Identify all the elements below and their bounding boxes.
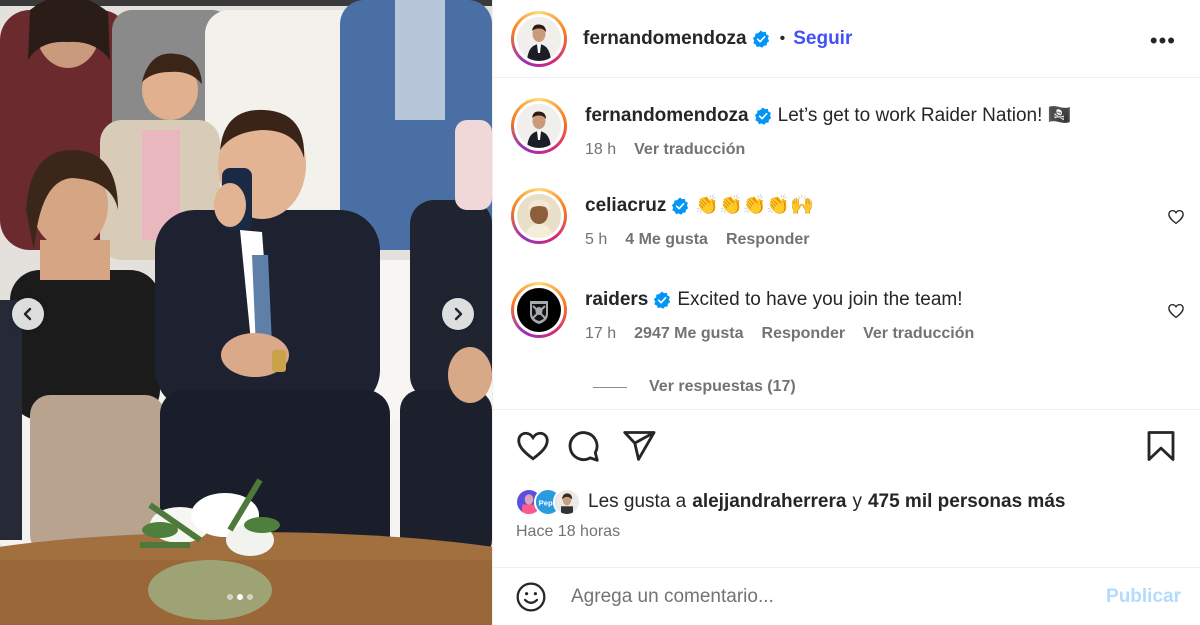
header-separator: • [779,29,786,47]
carousel-dot-active [237,594,243,600]
post-side-panel: fernandomendoza • Seguir ••• fernandomen… [492,0,1200,625]
avatar-image [517,104,561,148]
paper-plane-icon[interactable] [621,428,657,464]
action-bar [515,428,1181,466]
avatar-image [517,194,561,238]
chevron-right-icon [454,307,463,321]
reply-button[interactable]: Responder [762,325,846,343]
comment-username[interactable]: raiders [585,289,648,311]
author-username[interactable]: fernandomendoza [583,28,747,50]
more-options-icon[interactable]: ••• [1150,28,1176,54]
likes-summary: Pepl Les gusta a alejjandraherrera y 475… [515,488,1065,516]
likes-prefix: Les gusta a [588,491,687,512]
likes-connector: y [852,491,862,512]
publish-button[interactable]: Publicar [1106,586,1181,608]
comment-text: Let’s get to work Raider Nation! 🏴‍☠️ [777,105,1072,126]
comment-likes[interactable]: 2947 Me gusta [634,325,743,343]
post-timestamp: Hace 18 horas [516,523,621,540]
translate-link[interactable]: Ver traducción [634,141,745,159]
post-photo [0,0,492,625]
follow-button[interactable]: Seguir [793,28,852,50]
commenter-avatar[interactable] [511,188,567,244]
comment-item: raiders Excited to have you join the tea… [511,282,974,343]
commenter-avatar[interactable] [511,282,567,338]
translate-link[interactable]: Ver traducción [863,325,974,343]
comment-like-heart-icon[interactable] [1167,302,1185,320]
liker-avatars[interactable]: Pepl [515,488,581,516]
reply-button[interactable]: Responder [726,231,810,249]
post-header: fernandomendoza • Seguir ••• [493,0,1200,78]
view-replies-label: Ver respuestas (17) [649,378,796,395]
comment-time: 18 h [585,141,617,158]
verified-badge-icon [754,107,771,125]
verified-badge-icon [654,291,671,309]
verified-badge-icon [672,197,689,215]
comment-likes[interactable]: 4 Me gusta [625,231,708,249]
comment-username[interactable]: fernandomendoza [585,105,749,127]
view-replies-button[interactable]: Ver respuestas (17) [593,378,796,396]
comment-bubble-icon[interactable] [565,428,601,464]
smiley-face-icon[interactable] [515,581,547,613]
bookmark-icon[interactable] [1143,428,1179,464]
avatar-image [517,16,561,61]
raiders-logo [517,288,561,332]
heart-icon[interactable] [515,428,551,464]
comment-input[interactable] [571,585,1051,608]
verified-badge-icon [752,29,769,48]
comment-time: 5 h [585,231,608,248]
likes-user-link[interactable]: alejjandraherrera [692,491,846,513]
post-media [0,0,492,625]
comment-username[interactable]: celiacruz [585,195,666,217]
carousel-prev-button[interactable] [12,298,44,330]
commenter-avatar[interactable] [511,98,567,154]
carousel-next-button[interactable] [442,298,474,330]
comment-time: 17 h [585,325,617,342]
carousel-indicator [227,594,253,600]
liker-avatar [553,488,581,516]
comment-text: 👏👏👏👏🙌 [695,195,814,216]
comment-item: celiacruz 👏👏👏👏🙌 5 h 4 Me gusta Responder [511,188,814,249]
comment-like-heart-icon[interactable] [1167,208,1185,226]
comment-composer: Publicar [493,567,1200,625]
carousel-dot [227,594,233,600]
author-avatar[interactable] [511,10,567,67]
comments-list: fernandomendoza Let’s get to work Raider… [493,78,1200,410]
comment-text: Excited to have you join the team! [677,289,963,310]
chevron-left-icon [23,307,32,321]
caption-comment: fernandomendoza Let’s get to work Raider… [511,98,1071,159]
carousel-dot [247,594,253,600]
replies-divider [593,386,627,388]
likes-count-link[interactable]: 475 mil personas más [868,491,1066,513]
